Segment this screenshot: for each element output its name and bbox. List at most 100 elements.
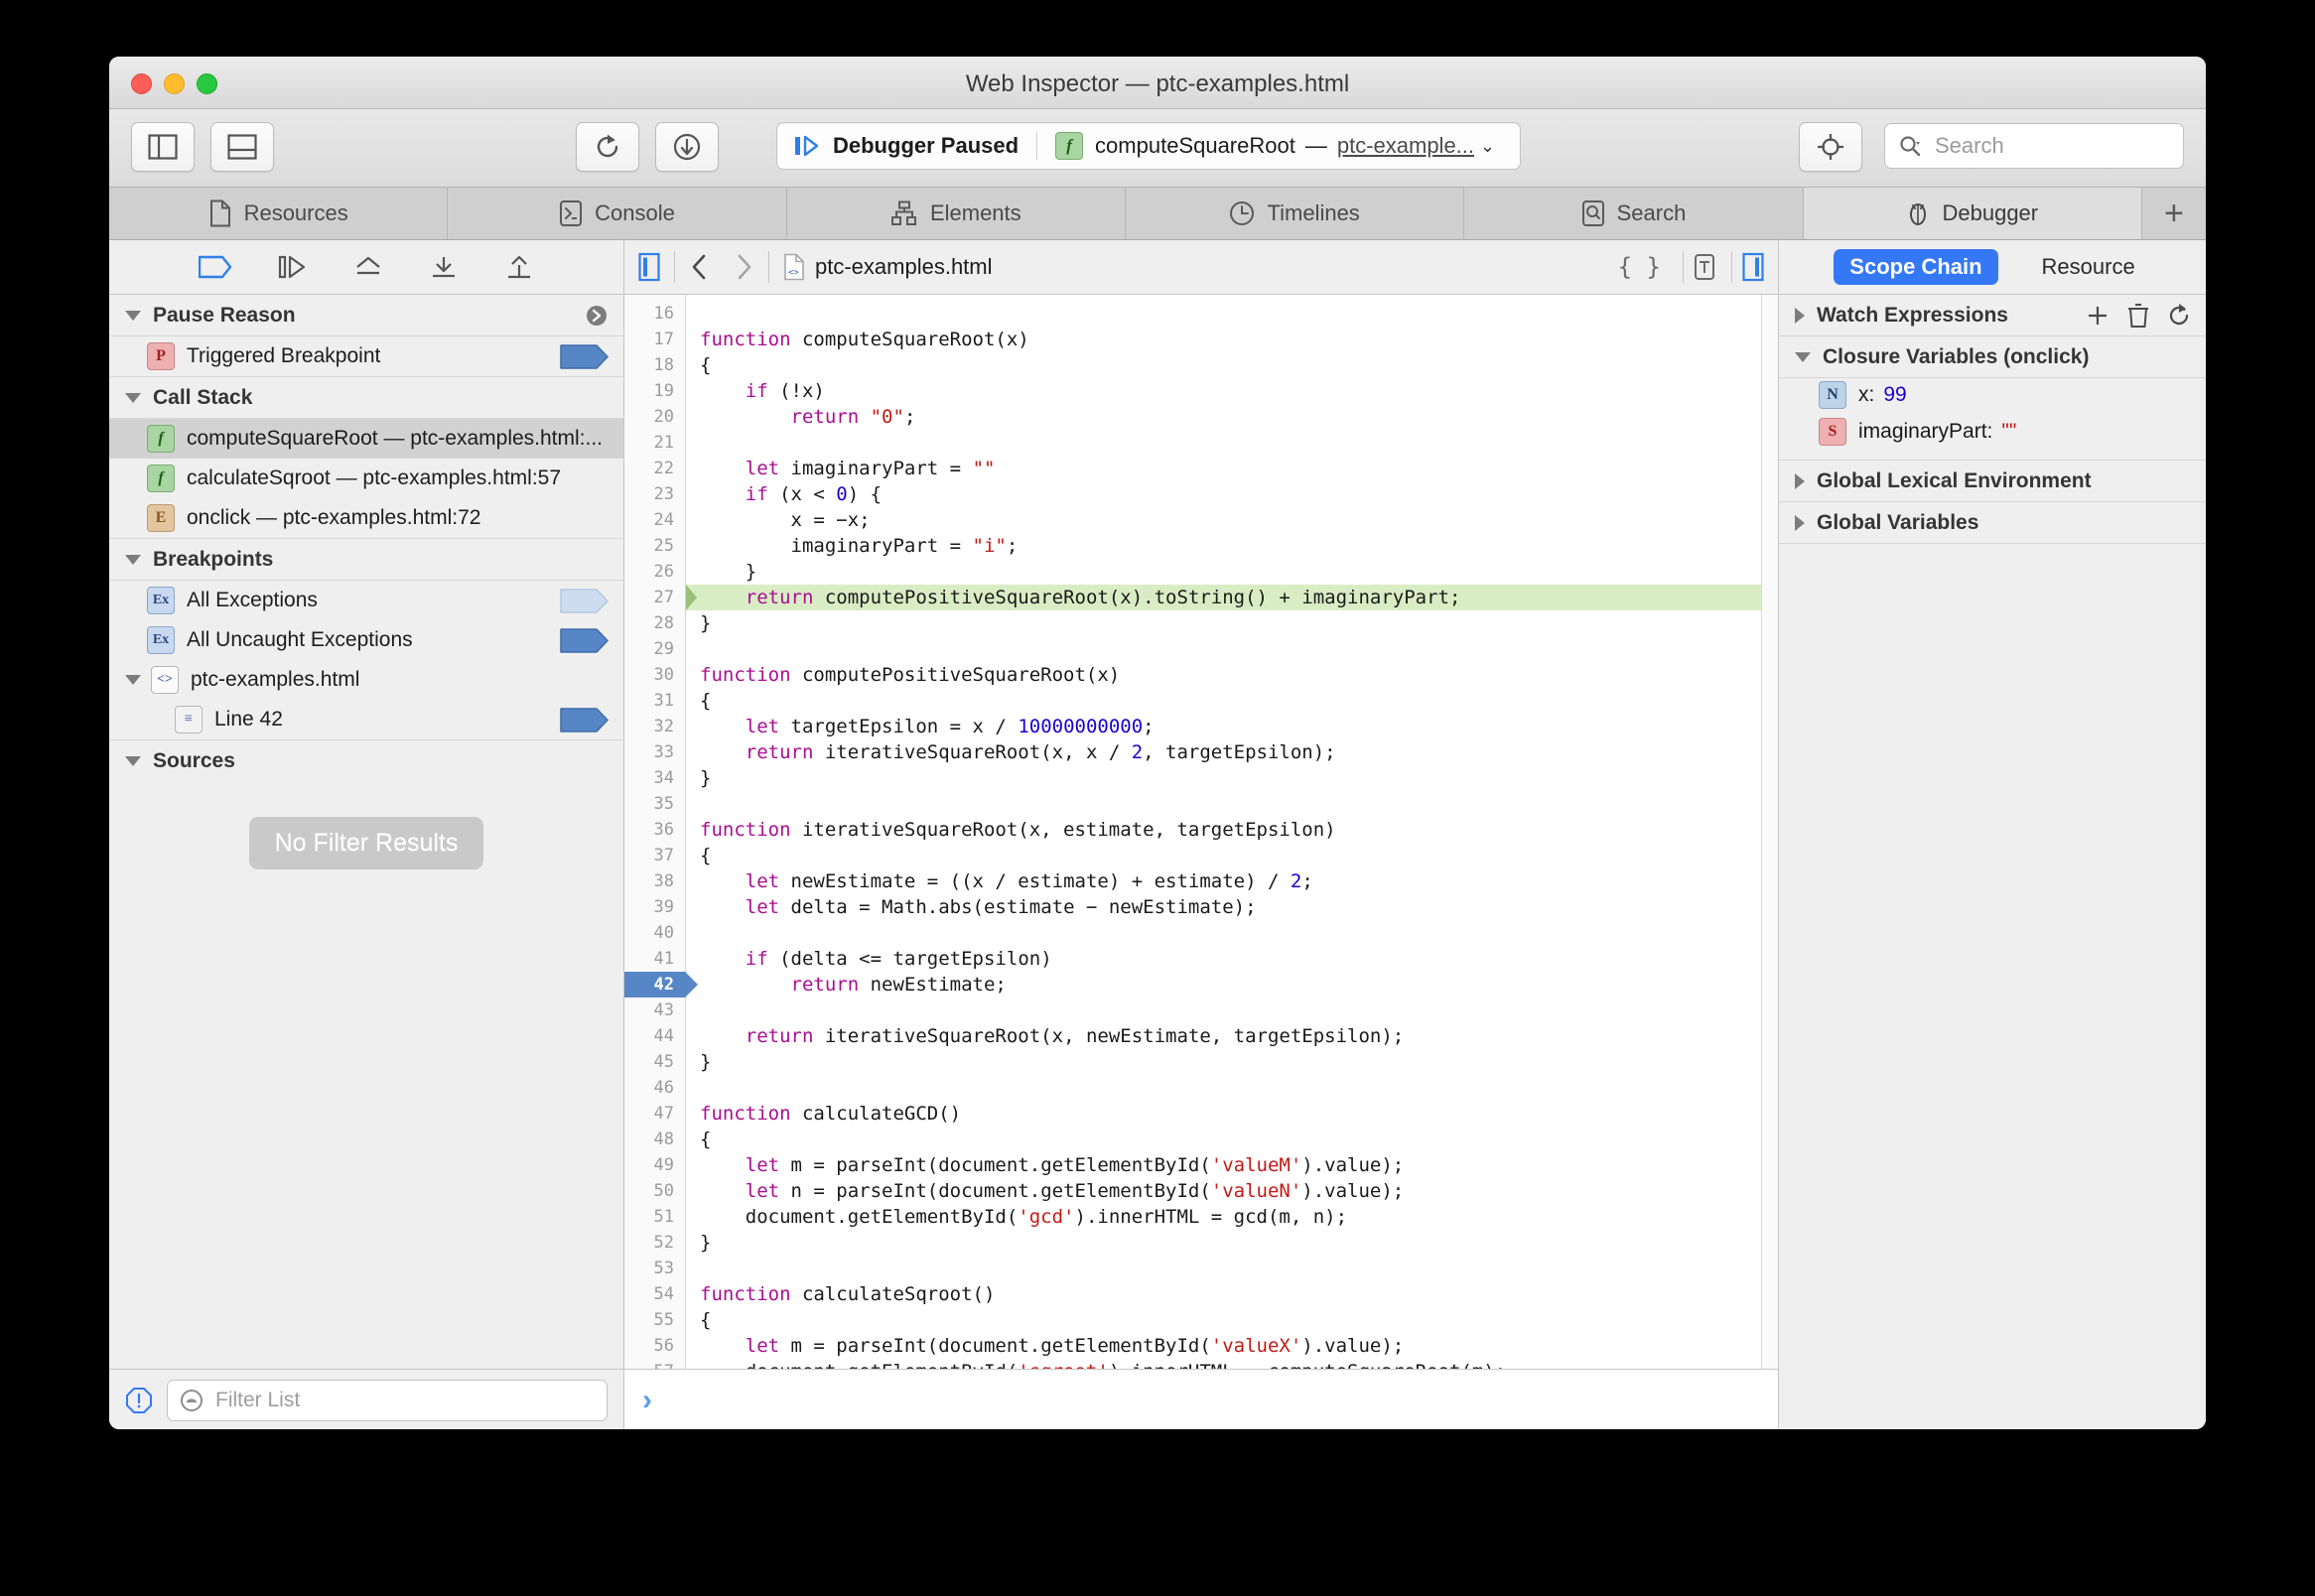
line-number[interactable]: 45: [624, 1049, 685, 1075]
code-line[interactable]: }: [686, 1049, 1778, 1075]
code-line[interactable]: if (!x): [686, 378, 1778, 404]
code-line[interactable]: [686, 791, 1778, 817]
vertical-scrollbar[interactable]: [1761, 295, 1778, 1369]
tab-debugger[interactable]: Debugger: [1803, 188, 2142, 239]
download-button[interactable]: [655, 122, 719, 172]
code-line[interactable]: let targetEpsilon = x / 10000000000;: [686, 714, 1778, 739]
section-header-call-stack[interactable]: Call Stack: [109, 377, 623, 419]
show-types-icon[interactable]: [1694, 253, 1715, 281]
line-number[interactable]: 40: [624, 920, 685, 946]
chevron-right-icon[interactable]: [1795, 472, 1805, 489]
scope-variable-row[interactable]: N x: 99: [1779, 378, 2206, 412]
line-number[interactable]: 35: [624, 791, 685, 817]
line-number[interactable]: 46: [624, 1075, 685, 1101]
line-number[interactable]: 29: [624, 636, 685, 662]
code-line[interactable]: [686, 1256, 1778, 1281]
debugger-status-bar[interactable]: Debugger Paused f computeSquareRoot — pt…: [776, 122, 1521, 170]
line-number[interactable]: 16: [624, 301, 685, 327]
line-number[interactable]: 54: [624, 1281, 685, 1307]
code-line[interactable]: let newEstimate = ((x / estimate) + esti…: [686, 868, 1778, 894]
add-icon[interactable]: [2085, 303, 2111, 329]
line-number[interactable]: 42: [624, 972, 698, 998]
line-number[interactable]: 38: [624, 868, 685, 894]
section-header-sources[interactable]: Sources: [109, 740, 623, 781]
code-line[interactable]: x = −x;: [686, 507, 1778, 533]
code-line[interactable]: if (x < 0) {: [686, 481, 1778, 507]
code-line[interactable]: [686, 998, 1778, 1023]
line-number[interactable]: 17: [624, 327, 685, 352]
tab-scope-chain[interactable]: Scope Chain: [1834, 249, 1998, 285]
code-line[interactable]: function iterativeSquareRoot(x, estimate…: [686, 817, 1778, 843]
filter-list-input[interactable]: Filter List: [167, 1380, 608, 1421]
line-number[interactable]: 30: [624, 662, 685, 688]
step-into-icon[interactable]: [429, 255, 459, 279]
code-line[interactable]: }: [686, 559, 1778, 585]
code-line[interactable]: {: [686, 1127, 1778, 1152]
breakpoint-toggle-icon[interactable]: [199, 255, 232, 279]
chevron-down-icon[interactable]: [125, 392, 141, 403]
code-line[interactable]: [686, 430, 1778, 456]
line-number[interactable]: 33: [624, 739, 685, 765]
line-number-gutter[interactable]: 16 17 18 19 20 21 22 23 24 25 26 27 28 29 30 31 32 33 34 35…: [624, 295, 698, 1369]
code-line[interactable]: document.getElementById('sqroot').innerH…: [686, 1359, 1778, 1369]
call-stack-frame[interactable]: f calculateSqroot — ptc-examples.html:57: [109, 459, 623, 498]
breakpoint-enable-toggle[interactable]: [560, 627, 610, 653]
line-number[interactable]: 56: [624, 1333, 685, 1359]
chevron-down-icon[interactable]: [125, 310, 141, 321]
line-number[interactable]: 25: [624, 533, 685, 559]
line-number[interactable]: 49: [624, 1152, 685, 1178]
code-line[interactable]: return "0";: [686, 404, 1778, 430]
tab-console[interactable]: Console: [448, 188, 787, 239]
section-header-global-lexical-environment[interactable]: Global Lexical Environment: [1779, 461, 2206, 502]
line-number[interactable]: 31: [624, 688, 685, 714]
inspect-element-button[interactable]: [1799, 122, 1862, 172]
breakpoint-enable-toggle[interactable]: [560, 588, 610, 613]
chevron-right-icon[interactable]: [1795, 307, 1805, 324]
line-number[interactable]: 23: [624, 481, 685, 507]
console-prompt-bar[interactable]: ›: [624, 1369, 1778, 1429]
breakpoint-item-all-uncaught-exceptions[interactable]: Ex All Uncaught Exceptions: [109, 620, 623, 660]
line-number[interactable]: 52: [624, 1230, 685, 1256]
code-line[interactable]: return newEstimate;: [686, 972, 1778, 998]
line-number[interactable]: 34: [624, 765, 685, 791]
breakpoint-enable-toggle[interactable]: [560, 707, 610, 732]
tab-search[interactable]: Search: [1464, 188, 1804, 239]
step-out-icon[interactable]: [504, 255, 534, 279]
code-line[interactable]: {: [686, 1307, 1778, 1333]
section-header-closure-variables[interactable]: Closure Variables (onclick): [1779, 336, 2206, 378]
code-line[interactable]: {: [686, 352, 1778, 378]
add-tab-button[interactable]: +: [2142, 188, 2206, 239]
resume-icon[interactable]: [278, 255, 308, 279]
code-line[interactable]: function computeSquareRoot(x): [686, 327, 1778, 352]
warning-octagon-icon[interactable]: [125, 1387, 153, 1414]
line-number[interactable]: 26: [624, 559, 685, 585]
code-line[interactable]: let n = parseInt(document.getElementById…: [686, 1178, 1778, 1204]
step-over-icon[interactable]: [353, 255, 383, 279]
code-line[interactable]: [686, 301, 1778, 327]
code-line[interactable]: [686, 920, 1778, 946]
sidebar-toggle-button[interactable]: [131, 122, 195, 172]
code-line[interactable]: [686, 636, 1778, 662]
pause-reason-detail-button[interactable]: [586, 305, 608, 327]
tab-resources[interactable]: Resources: [109, 188, 449, 239]
line-number[interactable]: 27: [624, 585, 685, 610]
code-line[interactable]: [686, 1075, 1778, 1101]
tab-elements[interactable]: Elements: [787, 188, 1126, 239]
line-number[interactable]: 20: [624, 404, 685, 430]
line-number[interactable]: 48: [624, 1127, 685, 1152]
call-stack-frame[interactable]: E onclick — ptc-examples.html:72: [109, 498, 623, 539]
line-number[interactable]: 51: [624, 1204, 685, 1230]
pause-reason-item[interactable]: P Triggered Breakpoint: [109, 336, 623, 377]
breakpoint-item-line-42[interactable]: ≡ Line 42: [109, 700, 623, 740]
breakpoint-group-ptc-examples[interactable]: <> ptc-examples.html: [109, 660, 623, 700]
chevron-down-icon[interactable]: ⌄: [1480, 136, 1495, 157]
chevron-down-icon[interactable]: [125, 755, 141, 766]
line-number[interactable]: 57: [624, 1359, 685, 1369]
line-number[interactable]: 21: [624, 430, 685, 456]
code-line[interactable]: let delta = Math.abs(estimate − newEstim…: [686, 894, 1778, 920]
line-number[interactable]: 44: [624, 1023, 685, 1049]
back-chevron-icon[interactable]: [689, 252, 711, 282]
code-line[interactable]: }: [686, 765, 1778, 791]
bottom-panel-toggle-button[interactable]: [210, 122, 274, 172]
right-panel-toggle-icon[interactable]: [1742, 252, 1764, 282]
